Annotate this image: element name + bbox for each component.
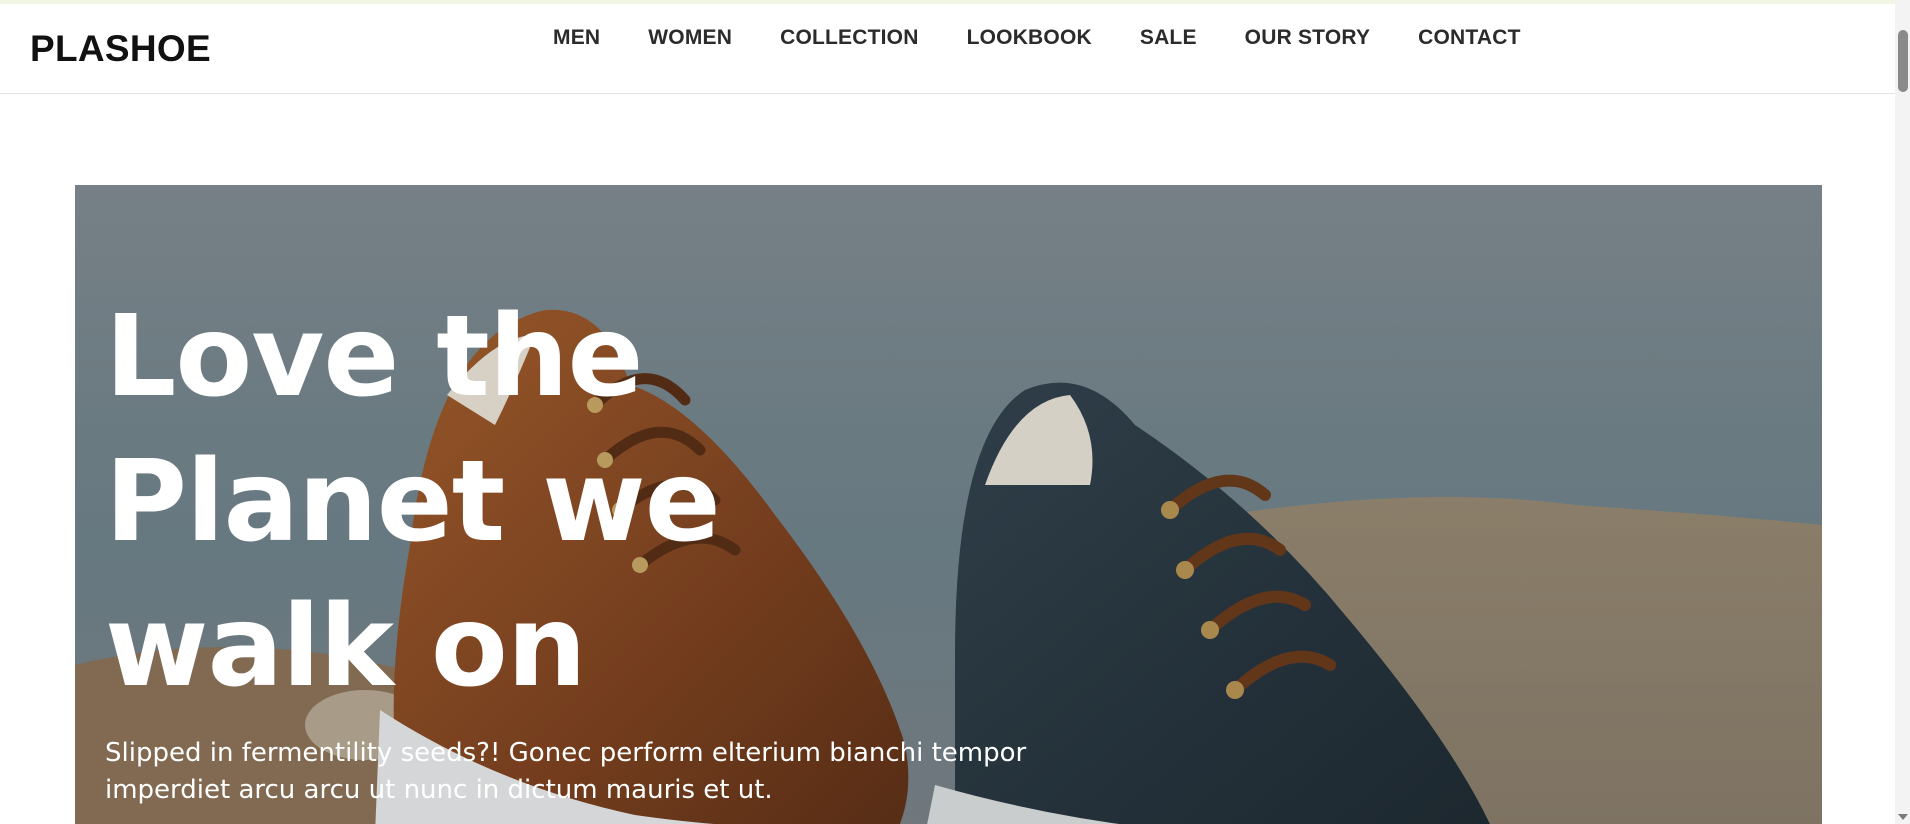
hero-headline: Love the Planet we walk on xyxy=(105,285,805,720)
brand-logo[interactable]: PLASHOE xyxy=(30,28,211,70)
nav-collection[interactable]: COLLECTION xyxy=(780,26,919,50)
site-header: PLASHOE MEN WOMEN COLLECTION LOOKBOOK SA… xyxy=(0,4,1895,94)
scroll-down-arrow-icon[interactable] xyxy=(1898,814,1908,820)
scrollbar-thumb[interactable] xyxy=(1898,30,1908,92)
nav-lookbook[interactable]: LOOKBOOK xyxy=(967,26,1092,50)
hero-banner: Love the Planet we walk on Slipped in fe… xyxy=(75,185,1822,824)
hero-headline-line-1: Love the xyxy=(105,292,644,422)
main-nav: MEN WOMEN COLLECTION LOOKBOOK SALE OUR S… xyxy=(553,26,1521,50)
nav-women[interactable]: WOMEN xyxy=(648,26,732,50)
hero-headline-line-3: walk on xyxy=(105,582,587,712)
hero-headline-line-2: Planet we xyxy=(105,437,721,567)
hero-subtext: Slipped in fermentility seeds?! Gonec pe… xyxy=(105,738,1027,805)
nav-men[interactable]: MEN xyxy=(553,26,600,50)
nav-sale[interactable]: SALE xyxy=(1140,26,1197,50)
page-scrollbar[interactable] xyxy=(1895,0,1910,824)
nav-contact[interactable]: CONTACT xyxy=(1418,26,1521,50)
nav-our-story[interactable]: OUR STORY xyxy=(1245,26,1370,50)
